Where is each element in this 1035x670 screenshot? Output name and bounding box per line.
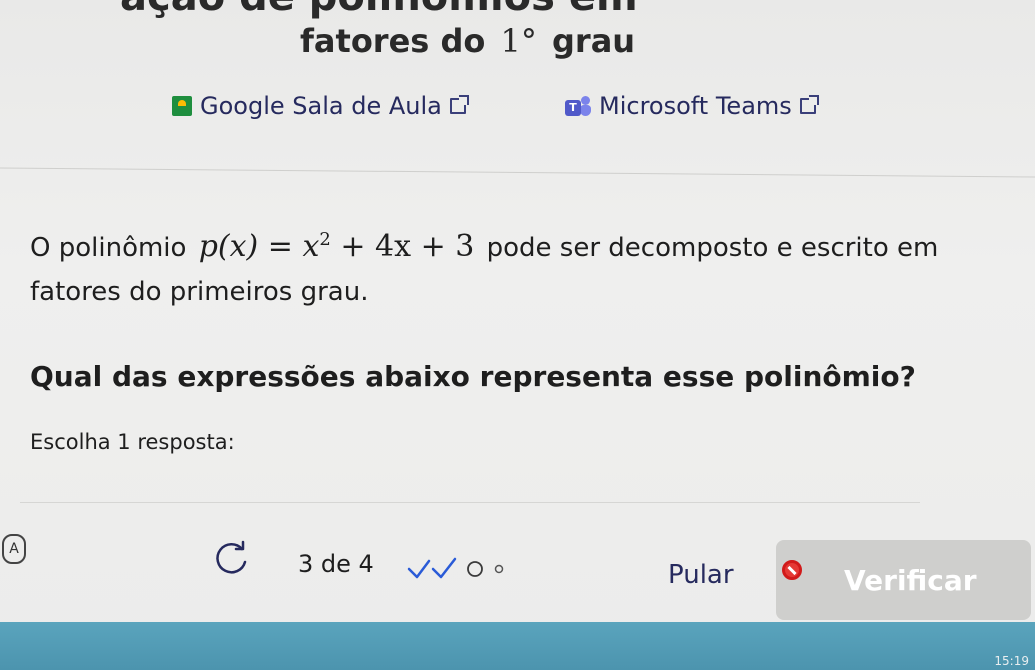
progress-indicator bbox=[407, 557, 504, 579]
header-divider bbox=[0, 167, 1035, 178]
question-statement: O polinômio p(x) = x2 + 4x + 3 pode ser … bbox=[30, 218, 990, 314]
microsoft-teams-icon: T bbox=[565, 96, 591, 116]
taskbar: 15:19 bbox=[0, 622, 1035, 670]
statement-start: O polinômio bbox=[30, 233, 187, 263]
progress-check-2 bbox=[431, 557, 457, 579]
taskbar-clock: 15:19 bbox=[994, 654, 1029, 668]
page-title-suffix: grau bbox=[552, 22, 636, 60]
answers-divider bbox=[20, 502, 920, 503]
question-prompt: Qual das expressões abaixo representa es… bbox=[30, 360, 916, 393]
google-classroom-label: Google Sala de Aula bbox=[200, 92, 442, 120]
microsoft-teams-label: Microsoft Teams bbox=[599, 92, 792, 120]
page-title-prefix: fatores do bbox=[300, 22, 486, 60]
exercise-page: ação de polinômios em fatores do 1° grau… bbox=[0, 0, 1035, 670]
page-title: fatores do 1° grau bbox=[300, 22, 635, 60]
progress-dot-next bbox=[494, 564, 504, 574]
progress-check-1 bbox=[407, 559, 431, 579]
retry-icon[interactable] bbox=[212, 540, 250, 578]
accessibility-icon[interactable]: A bbox=[2, 534, 26, 564]
progress-dot-current bbox=[467, 561, 483, 577]
skip-button[interactable]: Pular bbox=[668, 560, 734, 590]
google-classroom-share-link[interactable]: Google Sala de Aula bbox=[172, 92, 469, 120]
progress-counter: 3 de 4 bbox=[298, 550, 374, 578]
answer-instruction: Escolha 1 resposta: bbox=[30, 430, 235, 454]
page-title-number: 1° bbox=[500, 22, 537, 60]
polynomial-formula: p(x) = x2 + 4x + 3 bbox=[198, 229, 475, 264]
external-link-icon bbox=[799, 95, 819, 114]
google-classroom-icon bbox=[172, 96, 192, 116]
verify-button[interactable]: Verificar bbox=[776, 540, 1031, 620]
microsoft-teams-share-link[interactable]: T Microsoft Teams bbox=[565, 92, 819, 120]
page-title-partial: ação de polinômios em bbox=[120, 0, 638, 20]
external-link-icon bbox=[449, 95, 469, 114]
block-icon bbox=[782, 560, 802, 580]
